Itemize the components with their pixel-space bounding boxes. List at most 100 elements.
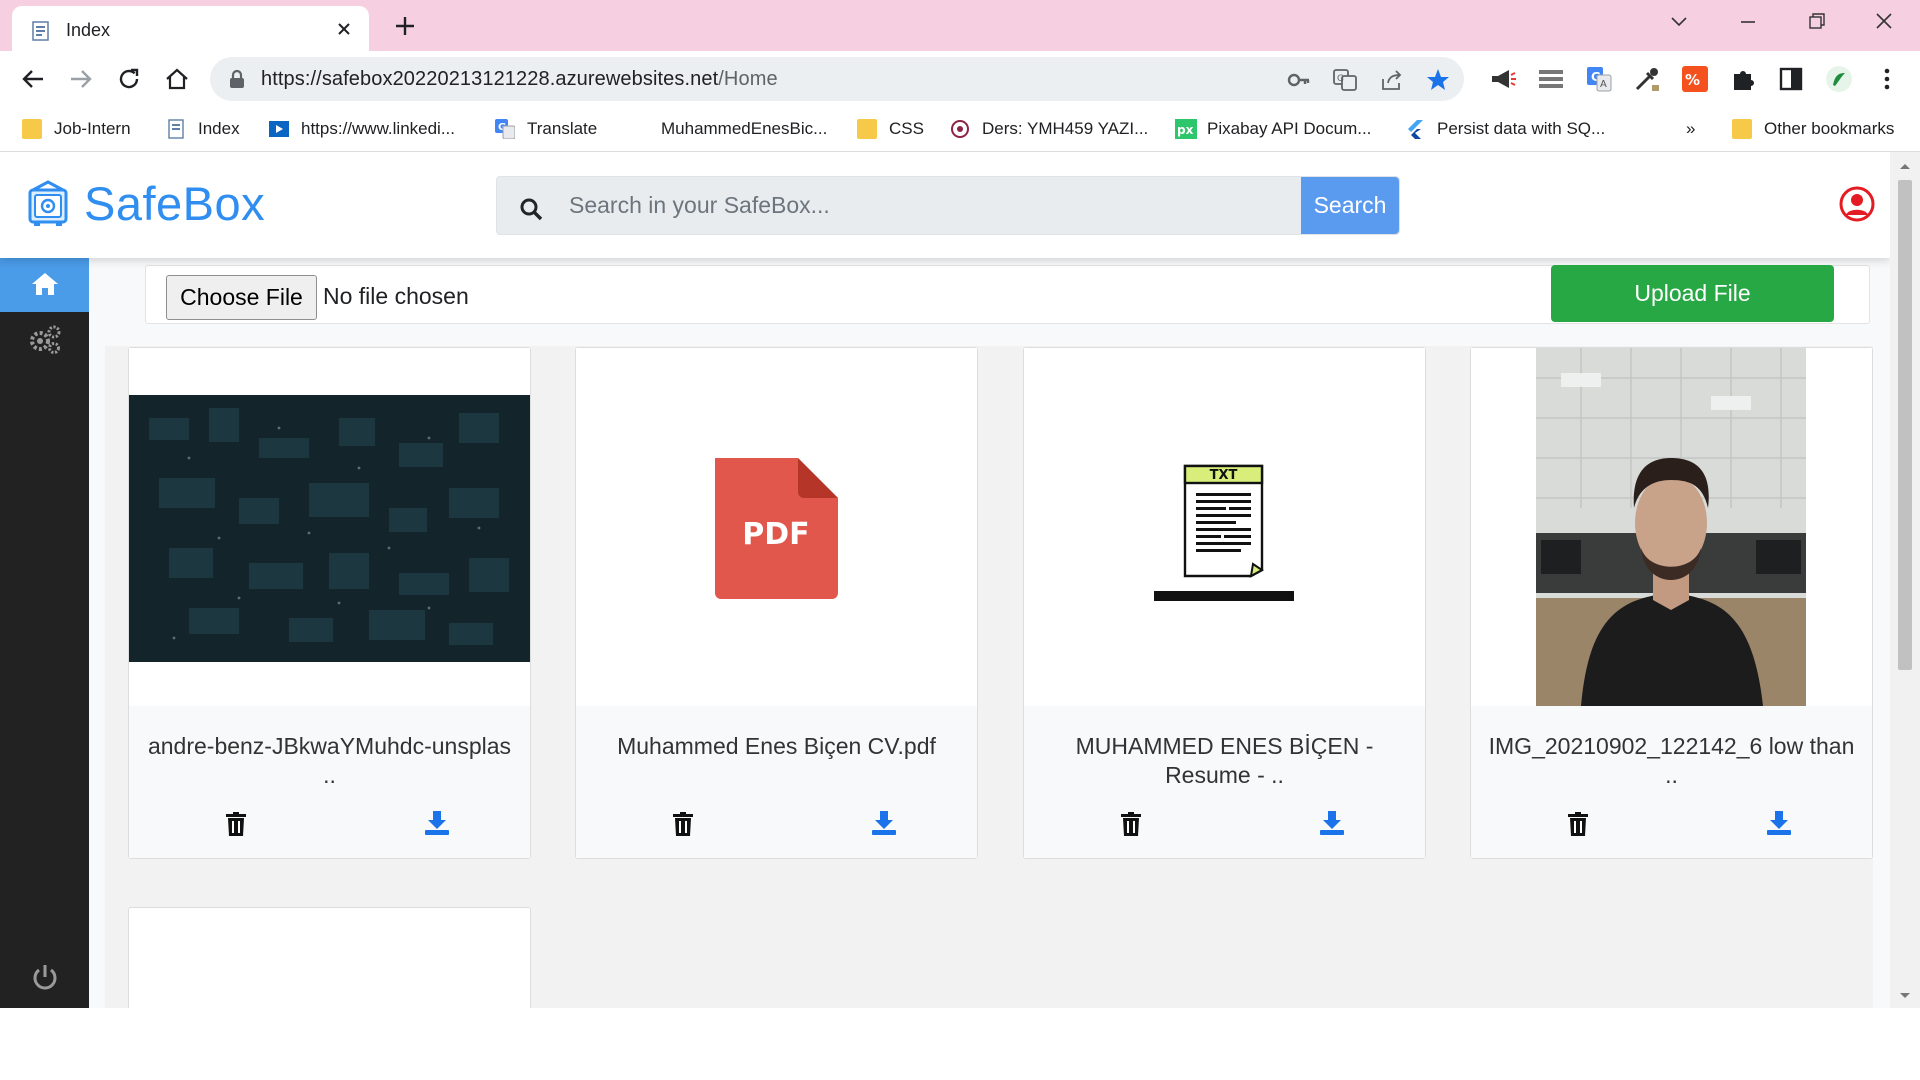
bookmark-translate[interactable]: G Translate xyxy=(495,116,597,142)
trash-icon[interactable] xyxy=(1120,812,1142,836)
file-card-footer: andre-benz-JBkwaYMuhdc-unsplas .. xyxy=(129,706,530,858)
bookmark-linkedin[interactable]: https://www.linkedi... xyxy=(269,116,455,142)
scroll-up-icon[interactable] xyxy=(1890,156,1920,176)
search-input[interactable] xyxy=(567,177,1147,234)
sidebar xyxy=(0,258,89,1008)
flutter-icon xyxy=(1405,119,1425,139)
safe-icon[interactable] xyxy=(27,180,69,228)
window-close-icon[interactable] xyxy=(1869,10,1899,34)
brand-title[interactable]: SafeBox xyxy=(84,176,265,231)
svg-text:PDF: PDF xyxy=(742,517,809,552)
page-scrollbar[interactable] xyxy=(1890,152,1920,1008)
bookmarks-bar: Job-Intern Index https://www.linkedi... … xyxy=(0,107,1920,151)
eyedropper-extension-icon[interactable] xyxy=(1633,65,1661,93)
user-account-icon[interactable] xyxy=(1839,186,1875,222)
bookmark-label: Persist data with SQ... xyxy=(1437,119,1606,138)
txt-icon[interactable]: TXT xyxy=(1024,348,1425,706)
file-card: TXT MUHAMMED ENES BİÇEN - Resume - .. xyxy=(1023,347,1426,859)
file-card: andre-benz-JBkwaYMuhdc-unsplas .. xyxy=(128,347,531,859)
bookmark-pixabay[interactable]: px Pixabay API Docum... xyxy=(1175,116,1371,142)
search-bar: Search xyxy=(496,176,1400,235)
browser-tab[interactable]: Index xyxy=(12,6,369,51)
download-icon[interactable] xyxy=(1319,810,1345,836)
url-host: https://safebox20220213121228.azurewebsi… xyxy=(261,68,719,90)
profile-avatar-icon[interactable] xyxy=(1825,65,1853,93)
reader-extension-icon[interactable] xyxy=(1537,65,1565,93)
bookmark-github[interactable]: MuhammedEnesBic... xyxy=(629,116,827,142)
file-name[interactable]: Muhammed Enes Biçen CV.pdf xyxy=(590,732,963,761)
home-icon[interactable] xyxy=(163,65,191,93)
upload-file-button[interactable]: Upload File xyxy=(1551,265,1834,322)
translate-page-icon[interactable]: G xyxy=(1332,67,1358,93)
reload-icon[interactable] xyxy=(115,65,143,93)
bookmark-label: Other bookmarks xyxy=(1764,119,1895,138)
bookmark-star-icon[interactable] xyxy=(1425,67,1451,93)
file-card: IMG_20210902_122142_6 low than .. xyxy=(1470,347,1873,859)
power-logout-icon[interactable] xyxy=(30,962,60,992)
tab-title: Index xyxy=(66,20,111,40)
search-button[interactable]: Search xyxy=(1301,177,1399,234)
app-header: SafeBox Search xyxy=(0,152,1890,258)
choose-file-button[interactable]: Choose File xyxy=(166,275,317,320)
new-tab-icon[interactable] xyxy=(392,13,418,39)
bookmark-label: CSS xyxy=(889,119,924,138)
file-name[interactable]: MUHAMMED ENES BİÇEN - Resume - .. xyxy=(1038,732,1411,790)
restore-icon[interactable] xyxy=(1801,10,1831,34)
download-icon[interactable] xyxy=(1766,810,1792,836)
side-panel-icon[interactable] xyxy=(1777,65,1805,93)
bookmark-job-intern[interactable]: Job-Intern xyxy=(22,116,131,142)
download-icon[interactable] xyxy=(871,810,897,836)
bookmarks-overflow-chevron[interactable]: » xyxy=(1686,116,1695,142)
bookmark-index[interactable]: Index xyxy=(166,116,240,142)
address-bar[interactable]: https://safebox20220213121228.azurewebsi… xyxy=(210,57,1464,101)
scroll-down-icon[interactable] xyxy=(1890,986,1920,1006)
share-icon[interactable] xyxy=(1379,67,1405,93)
extensions-puzzle-icon[interactable] xyxy=(1729,65,1757,93)
url-path: /Home xyxy=(718,68,778,90)
file-name[interactable]: andre-benz-JBkwaYMuhdc-unsplas .. xyxy=(143,732,516,790)
bookmark-other[interactable]: Other bookmarks xyxy=(1732,116,1894,142)
file-card-footer: Muhammed Enes Biçen CV.pdf xyxy=(576,706,977,858)
settings-gears-icon[interactable] xyxy=(28,324,62,354)
bookmark-label: Job-Intern xyxy=(54,119,131,138)
city-photo[interactable] xyxy=(129,348,530,706)
download-icon[interactable] xyxy=(424,810,450,836)
back-arrow-icon[interactable] xyxy=(19,65,47,93)
browser-toolbar: https://safebox20220213121228.azurewebsi… xyxy=(0,51,1920,107)
pdf-icon[interactable]: PDF xyxy=(576,348,977,706)
chrome-menu-icon[interactable] xyxy=(1873,65,1901,93)
folder-icon xyxy=(22,119,42,139)
selected-file-status: No file chosen xyxy=(323,283,469,309)
bookmark-label: Index xyxy=(198,119,240,138)
forward-arrow-icon[interactable] xyxy=(67,65,95,93)
scrollbar-thumb[interactable] xyxy=(1898,180,1912,670)
sidebar-item-home[interactable] xyxy=(0,258,89,312)
key-icon[interactable] xyxy=(1286,67,1312,93)
bookmark-label: MuhammedEnesBic... xyxy=(661,119,828,138)
bookmark-ders[interactable]: Ders: YMH459 YAZI... xyxy=(950,116,1148,142)
lock-icon[interactable] xyxy=(228,69,246,89)
close-tab-icon[interactable] xyxy=(333,18,355,40)
bookmark-css[interactable]: CSS xyxy=(857,116,924,142)
svg-text:px: px xyxy=(1177,123,1194,137)
google-translate-extension-icon[interactable]: GA xyxy=(1585,65,1613,93)
file-name[interactable]: IMG_20210902_122142_6 low than .. xyxy=(1485,732,1858,790)
megaphone-extension-icon[interactable] xyxy=(1489,65,1517,93)
folder-icon xyxy=(857,119,877,139)
tab-search-chevron-icon[interactable] xyxy=(1664,10,1694,34)
home-icon xyxy=(32,273,58,295)
minimize-icon[interactable] xyxy=(1733,10,1763,34)
url-text[interactable]: https://safebox20220213121228.azurewebsi… xyxy=(261,68,778,91)
file-card-footer: MUHAMMED ENES BİÇEN - Resume - .. xyxy=(1024,706,1425,858)
page-icon xyxy=(30,20,52,42)
trash-icon[interactable] xyxy=(672,812,694,836)
person-photo[interactable] xyxy=(1471,348,1872,706)
svg-text:G: G xyxy=(1337,74,1344,84)
tampermonkey-extension-icon[interactable]: % xyxy=(1681,65,1709,93)
course-icon xyxy=(950,119,970,139)
svg-text:A: A xyxy=(1600,79,1607,90)
bookmark-flutter[interactable]: Persist data with SQ... xyxy=(1405,116,1605,142)
page-icon xyxy=(166,119,186,139)
trash-icon[interactable] xyxy=(1567,812,1589,836)
trash-icon[interactable] xyxy=(225,812,247,836)
